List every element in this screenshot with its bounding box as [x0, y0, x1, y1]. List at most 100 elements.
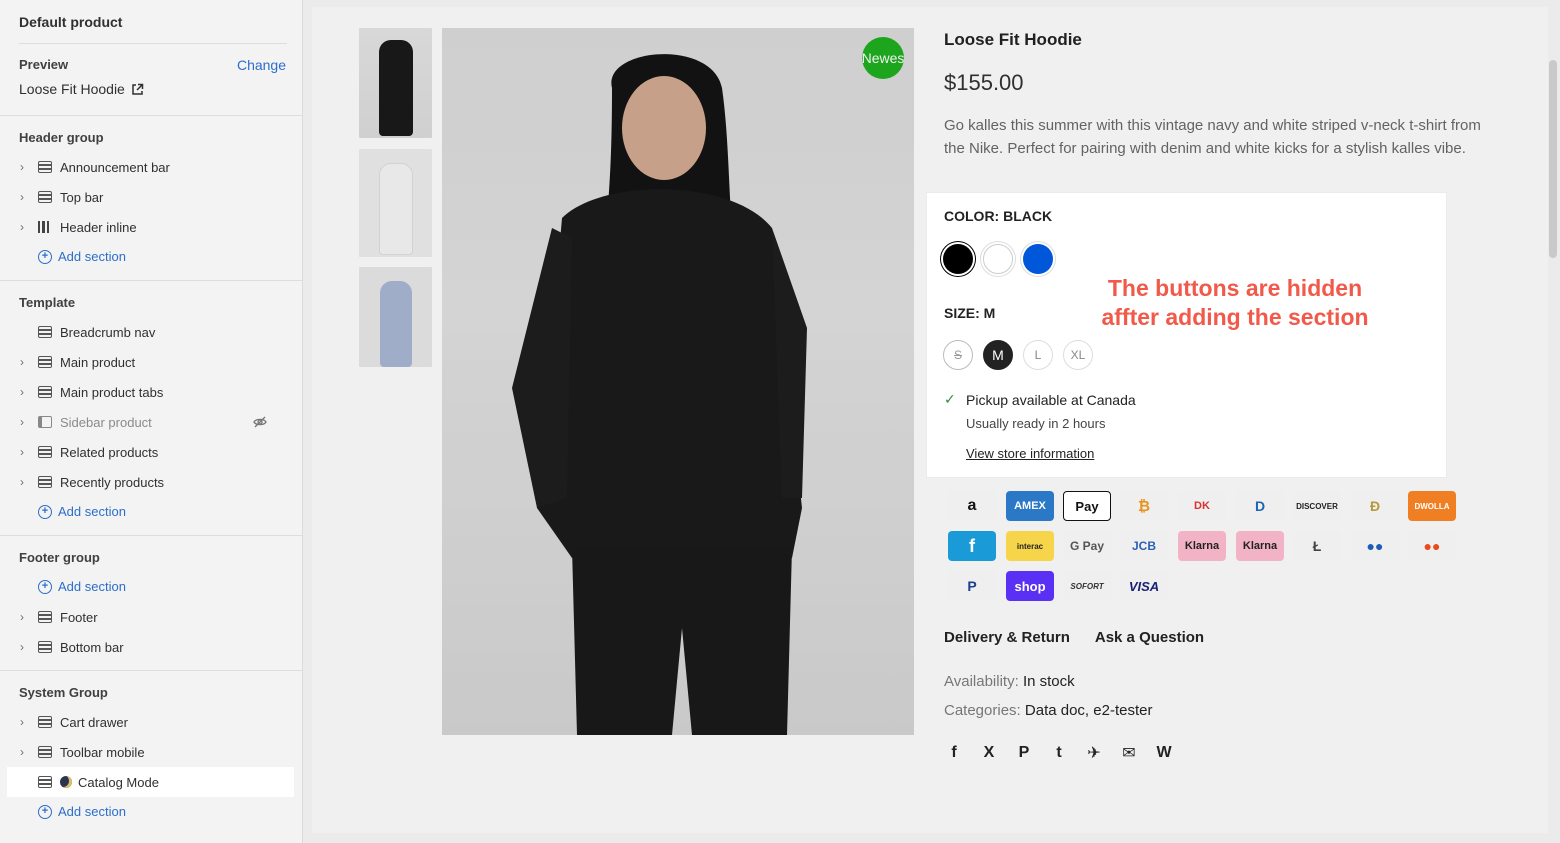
color-label: COLOR: BLACK: [944, 208, 1053, 224]
size-button-l[interactable]: L: [1023, 340, 1053, 370]
categories-value[interactable]: Data doc, e2-tester: [1025, 702, 1153, 719]
add-section-label: Add section: [58, 249, 126, 264]
plus-circle-icon: +: [38, 804, 52, 819]
chevron-right-icon[interactable]: ›: [20, 445, 32, 459]
sidebar-item-announcement-bar[interactable]: › Announcement bar: [19, 155, 287, 179]
chevron-right-icon[interactable]: ›: [20, 220, 32, 234]
bitcoin-icon: ₿: [1120, 491, 1168, 521]
sidebar-item-recently-products[interactable]: › Recently products: [19, 470, 287, 494]
x-twitter-icon[interactable]: X: [979, 743, 999, 763]
sidebar-item-label: Footer: [60, 609, 98, 625]
add-section-button[interactable]: + Add section: [38, 804, 126, 819]
sidebar-item-label: Sidebar product: [60, 414, 152, 430]
klarna-icon: Klarna: [1178, 531, 1226, 561]
sidebar-item-sidebar-product[interactable]: › Sidebar product: [19, 410, 287, 434]
section-icon: [38, 191, 52, 203]
chevron-right-icon[interactable]: ›: [20, 190, 32, 204]
divider: [19, 43, 287, 44]
editor-sidebar: Default product Preview Change Loose Fit…: [0, 0, 303, 843]
litecoin-icon: Ł: [1293, 531, 1341, 561]
discover-icon: DISCOVER: [1293, 491, 1341, 521]
product-main-image[interactable]: [442, 28, 914, 735]
sidebar-layout-icon: [38, 416, 52, 428]
section-icon: [38, 611, 52, 623]
sidebar-item-main-product[interactable]: › Main product: [19, 350, 287, 374]
plus-circle-icon: +: [38, 579, 52, 594]
size-button-m[interactable]: M: [983, 340, 1013, 370]
view-store-information-link[interactable]: View store information: [966, 446, 1094, 461]
store-preview: Newes Loose Fit Hoodie $155.00 Go kalles…: [312, 7, 1548, 833]
chevron-right-icon[interactable]: ›: [20, 640, 32, 654]
product-title: Loose Fit Hoodie: [944, 30, 1082, 49]
whatsapp-icon[interactable]: W: [1154, 743, 1174, 763]
categories-label: Categories:: [944, 702, 1021, 719]
sidebar-item-header-inline[interactable]: › Header inline: [19, 215, 287, 239]
availability-value: In stock: [1022, 673, 1075, 690]
delivery-return-tab[interactable]: Delivery & Return: [944, 629, 1070, 646]
external-link-icon: [132, 83, 144, 95]
divider: [0, 670, 303, 671]
tumblr-icon[interactable]: t: [1049, 743, 1069, 763]
eye-off-icon[interactable]: [253, 415, 267, 429]
change-preview-link[interactable]: Change: [237, 57, 286, 73]
add-section-button[interactable]: + Add section: [38, 249, 126, 264]
chevron-right-icon[interactable]: ›: [20, 415, 32, 429]
sidebar-item-toolbar-mobile[interactable]: › Toolbar mobile: [19, 740, 287, 764]
ask-question-tab[interactable]: Ask a Question: [1095, 629, 1204, 646]
annotation-callout: The buttons are hidden affter adding the…: [1101, 275, 1369, 330]
sidebar-item-related-products[interactable]: › Related products: [19, 440, 287, 464]
plus-circle-icon: +: [38, 249, 52, 264]
chevron-right-icon[interactable]: ›: [20, 610, 32, 624]
sidebar-item-main-product-tabs[interactable]: › Main product tabs: [19, 380, 287, 404]
shop-pay-icon: shop: [1006, 571, 1054, 601]
chevron-right-icon[interactable]: ›: [20, 715, 32, 729]
preview-label: Preview: [19, 57, 69, 72]
sidebar-item-label: Catalog Mode: [78, 774, 159, 790]
divider: [0, 280, 303, 281]
sidebar-item-breadcrumb-nav[interactable]: Breadcrumb nav: [19, 320, 287, 344]
footer-group-label: Footer group: [19, 550, 100, 565]
product-image: [378, 40, 413, 136]
telegram-icon[interactable]: ✈: [1084, 743, 1104, 763]
section-icon: [38, 356, 52, 368]
sidebar-item-top-bar[interactable]: › Top bar: [19, 185, 287, 209]
sidebar-item-catalog-mode[interactable]: Catalog Mode: [19, 770, 287, 794]
sidebar-item-cart-drawer[interactable]: › Cart drawer: [19, 710, 287, 734]
pickup-text: Pickup available at Canada: [966, 391, 1136, 408]
chevron-right-icon[interactable]: ›: [20, 160, 32, 174]
sidebar-item-footer[interactable]: › Footer: [19, 605, 287, 629]
sidebar-item-bottom-bar[interactable]: › Bottom bar: [19, 635, 287, 659]
color-swatch-black[interactable]: [943, 244, 973, 274]
product-thumbnail[interactable]: [359, 267, 432, 367]
dankort-icon: DK: [1178, 491, 1226, 521]
add-section-button[interactable]: + Add section: [38, 579, 126, 594]
product-price: $155.00: [944, 70, 1024, 95]
size-button-xl[interactable]: XL: [1063, 340, 1093, 370]
chevron-right-icon[interactable]: ›: [20, 475, 32, 489]
mastercard-icon: ●●: [1408, 531, 1456, 561]
chevron-right-icon[interactable]: ›: [20, 355, 32, 369]
facebook-icon[interactable]: f: [944, 743, 964, 763]
sofort-icon: SOFORT: [1063, 571, 1111, 601]
product-thumbnail[interactable]: [359, 28, 432, 138]
chevron-right-icon[interactable]: ›: [20, 385, 32, 399]
section-icon: [38, 716, 52, 728]
preview-scrollbar[interactable]: [1549, 60, 1557, 258]
section-icon: [38, 776, 52, 788]
email-icon[interactable]: ✉: [1119, 743, 1139, 763]
color-swatch-blue[interactable]: [1023, 244, 1053, 274]
product-thumbnail[interactable]: [359, 149, 432, 257]
sidebar-item-label: Related products: [60, 444, 159, 460]
preview-product[interactable]: Loose Fit Hoodie: [19, 81, 144, 97]
size-label: SIZE: M: [944, 305, 996, 321]
paypal-icon: P: [948, 571, 996, 601]
section-icon: [38, 641, 52, 653]
section-icon: [38, 446, 52, 458]
sidebar-item-label: Header inline: [60, 219, 137, 235]
chevron-right-icon[interactable]: ›: [20, 745, 32, 759]
categories-row: Categories: Data doc, e2-tester: [944, 702, 1152, 719]
color-swatch-white[interactable]: [983, 244, 1013, 274]
add-section-button[interactable]: + Add section: [38, 504, 126, 519]
size-button-s[interactable]: S: [943, 340, 973, 370]
pinterest-icon[interactable]: P: [1014, 743, 1034, 763]
